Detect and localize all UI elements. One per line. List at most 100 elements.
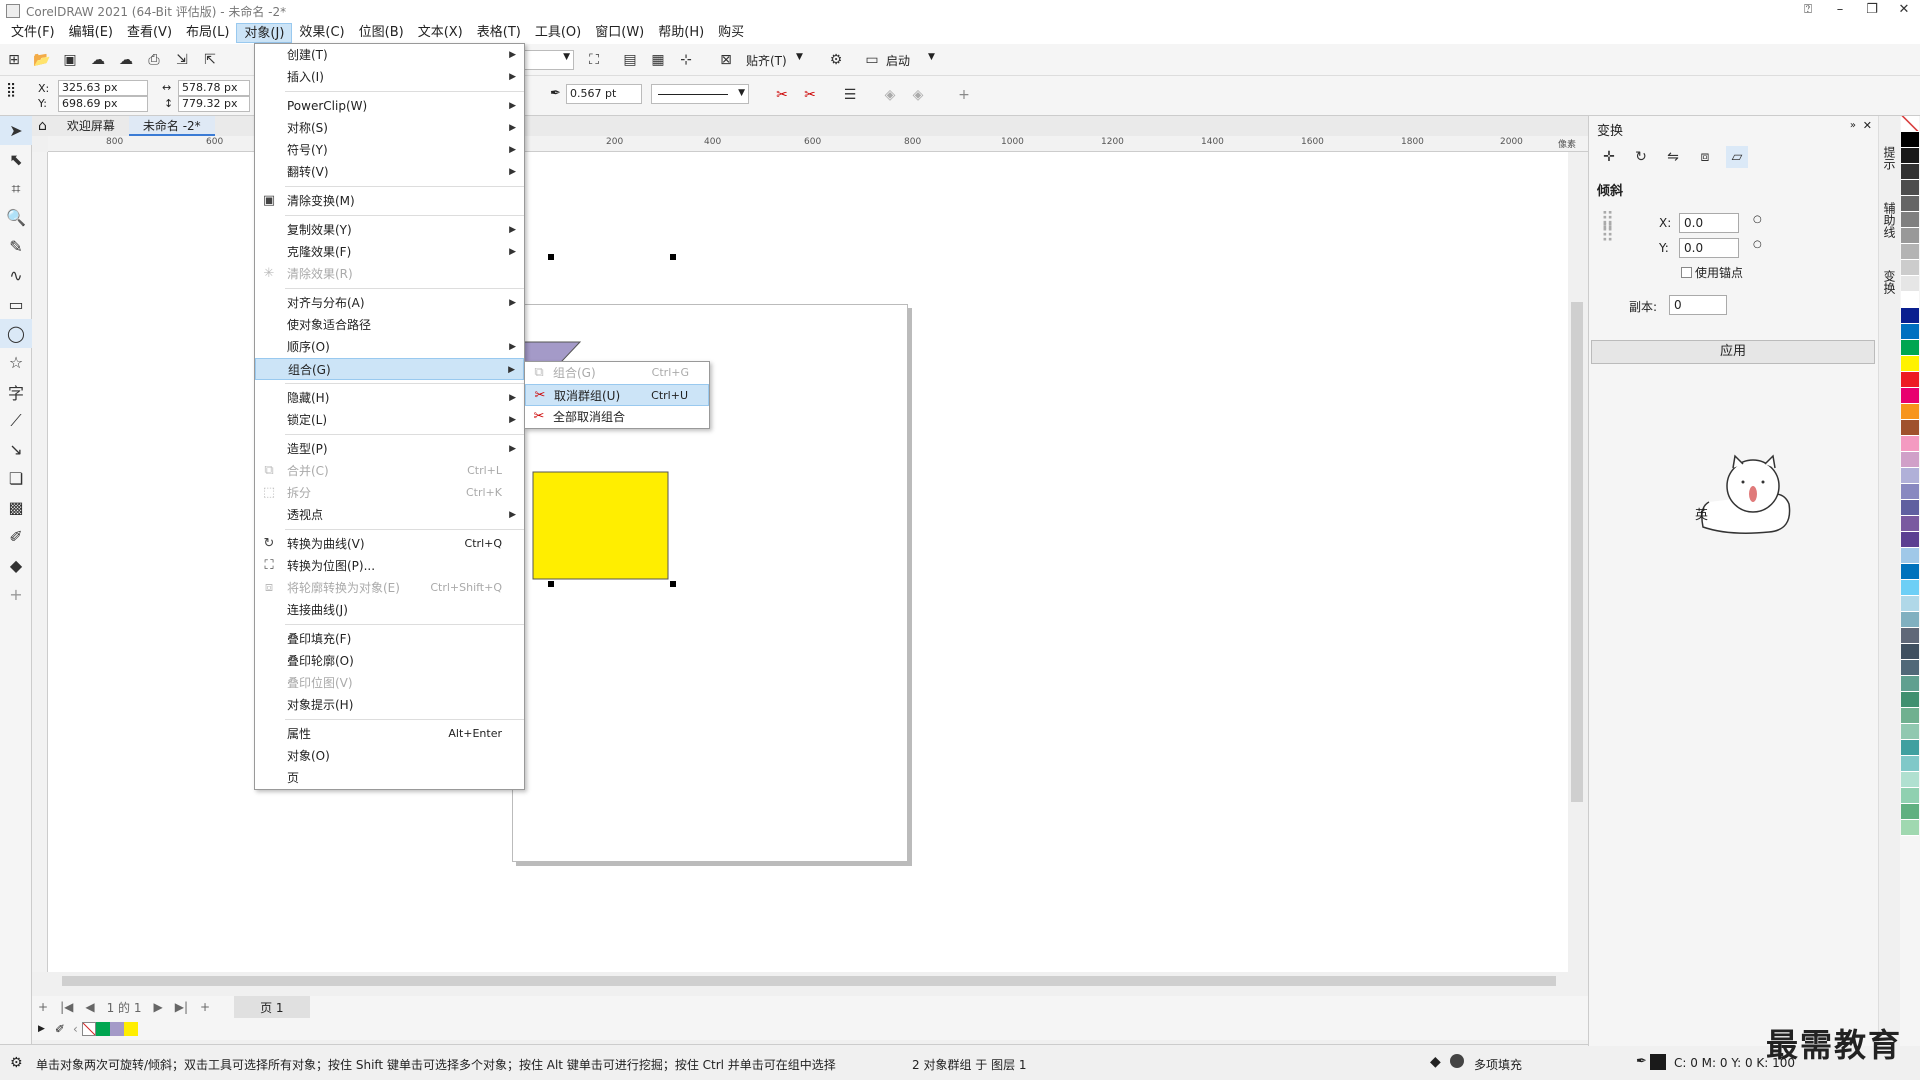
group_submenu-item[interactable]: ✂ 取消群组(U) Ctrl+U [525, 384, 709, 406]
color-swatch[interactable] [1901, 484, 1919, 500]
import-icon[interactable]: ⇲ [171, 49, 193, 71]
menu-item-9[interactable]: 工具(O) [528, 23, 588, 43]
text-tool-icon[interactable]: 字 [0, 377, 32, 406]
ellipse-tool-icon[interactable]: ◯ [0, 319, 32, 348]
color-swatch[interactable] [1901, 644, 1919, 660]
reference-point-icon[interactable]: ⣿ [6, 82, 16, 98]
width-field[interactable]: 578.78 px [178, 80, 250, 96]
transparency-tool-icon[interactable]: ▩ [0, 493, 32, 522]
color-swatch[interactable] [1901, 564, 1919, 580]
menu-item-7[interactable]: 文本(X) [411, 23, 470, 43]
side-tab-2[interactable]: 变换 [1879, 266, 1900, 298]
object_menu-item[interactable]: 复制效果(Y) ▶ [255, 219, 524, 241]
color-swatch[interactable] [1901, 692, 1919, 708]
no-color-swatch[interactable] [81, 1022, 96, 1036]
color-swatch[interactable] [1901, 292, 1919, 308]
docker-collapse-icon[interactable]: » [1850, 120, 1856, 131]
object_menu-item[interactable]: 页 [255, 767, 524, 789]
restore-button[interactable]: ❐ [1856, 0, 1888, 22]
color-swatch[interactable] [1901, 660, 1919, 676]
export-icon[interactable]: ⇱ [199, 49, 221, 71]
line-style-select[interactable]: ▼ [651, 84, 749, 104]
cloud-upload-icon[interactable]: ☁ [115, 49, 137, 71]
tab-welcome[interactable]: 欢迎屏幕 [53, 116, 129, 136]
color-swatch[interactable] [1901, 420, 1919, 436]
menu-item-0[interactable]: 文件(F) [4, 23, 62, 43]
object_menu-item[interactable]: 隐藏(H) ▶ [255, 387, 524, 409]
prev-page-icon[interactable]: ◀ [79, 1000, 100, 1014]
color-swatch[interactable] [1901, 132, 1919, 148]
ungroup-icon[interactable]: ✂ [771, 84, 793, 106]
object_menu-item[interactable]: 使对象适合路径 [255, 314, 524, 336]
snap-dropdown-icon[interactable]: ▼ [796, 52, 803, 62]
object_menu-item[interactable]: 创建(T) ▶ [255, 44, 524, 66]
yellow-square[interactable] [532, 471, 669, 580]
swatch-green[interactable] [95, 1022, 110, 1036]
skew-x-field[interactable]: 0.0 [1679, 213, 1739, 233]
object_menu-item[interactable]: 对称(S) ▶ [255, 117, 524, 139]
rectangle-tool-icon[interactable]: ▭ [0, 290, 32, 319]
color-swatch[interactable] [1901, 452, 1919, 468]
menu-item-10[interactable]: 窗口(W) [588, 23, 651, 43]
color-swatch[interactable] [1901, 804, 1919, 820]
object_menu-item[interactable]: 连接曲线(J) [255, 599, 524, 621]
position-x-field[interactable]: 325.63 px [58, 80, 148, 96]
height-field[interactable]: 779.32 px [178, 96, 250, 112]
launch-button[interactable]: 启动 [886, 52, 910, 69]
side-tab-0[interactable]: 提示 [1879, 142, 1900, 174]
first-page-icon[interactable]: |◀ [54, 1000, 79, 1014]
object_menu-item[interactable]: 对齐与分布(A) ▶ [255, 292, 524, 314]
connector-tool-icon[interactable]: ↘ [0, 435, 32, 464]
rotate-icon[interactable]: ↻ [1630, 146, 1652, 168]
object_menu-item[interactable]: 组合(G) ▶ [255, 358, 524, 380]
group_submenu-item[interactable]: ✂ 全部取消组合 [525, 406, 709, 428]
color-swatch[interactable] [1901, 148, 1919, 164]
parallel-dimension-icon[interactable]: ⟋ [0, 406, 32, 435]
object_menu-item[interactable]: 对象(O) [255, 745, 524, 767]
object_menu-item[interactable]: 符号(Y) ▶ [255, 139, 524, 161]
zoom-tool-icon[interactable]: 🔍 [0, 203, 32, 232]
horizontal-scrollbar[interactable] [48, 972, 1568, 990]
color-swatch[interactable] [1901, 164, 1919, 180]
settings-gear-icon[interactable]: ⚙ [10, 1055, 23, 1071]
help-icon[interactable]: ⍰ [1792, 0, 1824, 22]
docker-close-icon[interactable]: ✕ [1863, 119, 1872, 132]
guidelines-icon[interactable]: ⊹ [675, 49, 697, 71]
side-tab-1[interactable]: 辅助线 [1879, 198, 1900, 242]
color-swatch[interactable] [1901, 676, 1919, 692]
new-document-icon[interactable]: ⊞ [3, 49, 25, 71]
snap-off-icon[interactable]: ⊠ [715, 49, 737, 71]
color-swatch[interactable] [1901, 260, 1919, 276]
vertical-scrollbar[interactable] [1568, 152, 1588, 972]
color-swatch[interactable] [1901, 548, 1919, 564]
object_menu-item[interactable]: ⛶ 转换为位图(P)... [255, 555, 524, 577]
object_menu-item[interactable]: 锁定(L) ▶ [255, 409, 524, 431]
color-swatch[interactable] [1901, 436, 1919, 452]
add-tool-icon[interactable]: + [0, 580, 32, 609]
use-anchor-checkbox[interactable] [1681, 267, 1692, 278]
menu-item-8[interactable]: 表格(T) [470, 23, 528, 43]
scale-mirror-icon[interactable]: ⇋ [1662, 146, 1684, 168]
color-swatch[interactable] [1901, 212, 1919, 228]
close-button[interactable]: ✕ [1888, 0, 1920, 22]
next-page-icon[interactable]: ▶ [147, 1000, 168, 1014]
eyedropper-tool-icon[interactable]: ✐ [0, 522, 32, 551]
tab-document[interactable]: 未命名 -2* [128, 116, 215, 136]
minimize-button[interactable]: – [1824, 0, 1856, 22]
interactive-fill-icon[interactable]: ◆ [0, 551, 32, 580]
save-icon[interactable]: ▣ [59, 49, 81, 71]
launch-icon[interactable]: ▭ [861, 49, 883, 71]
color-swatch[interactable] [1901, 628, 1919, 644]
shape-tool-icon[interactable]: ⬉ [0, 145, 32, 174]
color-swatch[interactable] [1901, 116, 1919, 132]
open-icon[interactable]: 📂 [31, 49, 53, 71]
align-distribute-icon[interactable]: ☰ [839, 84, 861, 106]
size-icon[interactable]: ⧈ [1694, 146, 1716, 168]
color-swatch[interactable] [1901, 356, 1919, 372]
menu-item-5[interactable]: 效果(C) [292, 23, 351, 43]
skew-y-field[interactable]: 0.0 [1679, 238, 1739, 258]
color-swatch[interactable] [1901, 724, 1919, 740]
outline-width-field[interactable]: 0.567 pt [566, 84, 642, 104]
color-swatch[interactable] [1901, 244, 1919, 260]
color-swatch[interactable] [1901, 404, 1919, 420]
